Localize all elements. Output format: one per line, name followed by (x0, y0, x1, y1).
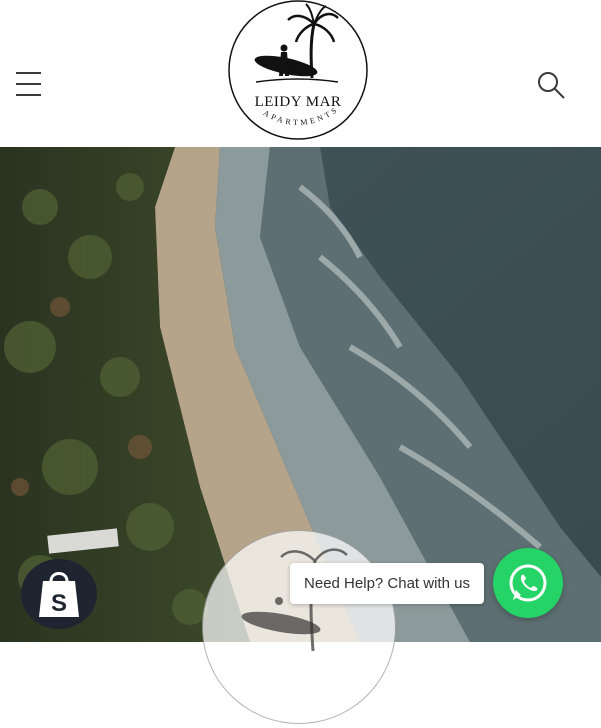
hero-logo-overlay (202, 530, 396, 724)
hamburger-menu-icon[interactable] (16, 72, 42, 98)
search-icon[interactable] (537, 71, 565, 99)
chat-help-label[interactable]: Need Help? Chat with us (290, 563, 484, 604)
site-header: LEIDY MAR APARTMENTS (0, 0, 601, 148)
shopify-bag-icon[interactable]: S (21, 559, 97, 629)
logo-subtitle: APARTMENTS (262, 105, 338, 128)
site-logo[interactable]: LEIDY MAR APARTMENTS (226, 0, 370, 142)
logo-subtitle-arc: APARTMENTS (262, 105, 341, 128)
svg-text:APARTMENTS: APARTMENTS (262, 105, 341, 128)
svg-text:S: S (51, 590, 67, 617)
whatsapp-icon[interactable] (493, 548, 563, 618)
